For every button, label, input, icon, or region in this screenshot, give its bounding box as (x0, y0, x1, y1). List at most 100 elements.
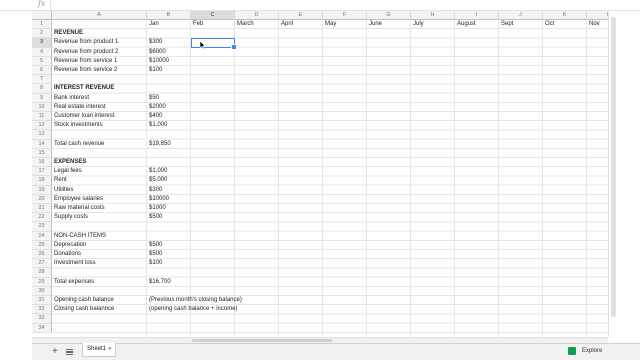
column-header-l[interactable]: L (587, 11, 608, 20)
row-header-33[interactable]: 33 (32, 314, 52, 324)
jan-value-cell[interactable]: $10000 (147, 195, 169, 204)
row-header-16[interactable]: 16 (32, 158, 52, 168)
jan-value-cell[interactable]: $400 (147, 112, 162, 121)
row-header-2[interactable]: 2 (32, 29, 52, 39)
row-header-13[interactable]: 13 (32, 130, 52, 140)
row-header-22[interactable]: 22 (32, 213, 52, 223)
row-label-cell[interactable]: Revenue from service 1 (52, 57, 117, 66)
month-header-cell[interactable]: March (235, 20, 254, 29)
row-label-cell[interactable]: Legal fees (52, 167, 82, 176)
jan-value-cell[interactable]: $100 (147, 66, 162, 75)
row-label-cell[interactable]: Utilities (52, 186, 73, 195)
column-header-b[interactable]: B (147, 11, 191, 20)
month-header-cell[interactable]: June (367, 20, 382, 29)
row-label-cell[interactable]: Supply costs (52, 213, 88, 222)
column-header-e[interactable]: E (279, 11, 323, 20)
column-header-f[interactable]: F (323, 11, 367, 20)
row-label-cell[interactable]: Customer loan interest (52, 112, 114, 121)
column-header-c[interactable]: C (191, 11, 235, 20)
row-header-3[interactable]: 3 (32, 38, 52, 48)
column-header-a[interactable]: A (52, 11, 147, 20)
column-header-g[interactable]: G (367, 11, 411, 20)
vertical-scrollbar[interactable] (608, 11, 640, 337)
jan-value-cell[interactable]: $1,000 (147, 167, 167, 176)
row-header-26[interactable]: 26 (32, 250, 52, 260)
row-header-21[interactable]: 21 (32, 204, 52, 214)
jan-value-cell[interactable]: $16,700 (147, 278, 171, 287)
row-header-9[interactable]: 9 (32, 93, 52, 103)
row-header-15[interactable]: 15 (32, 148, 52, 158)
chevron-down-icon[interactable]: ▾ (108, 343, 111, 356)
row-header-23[interactable]: 23 (32, 222, 52, 232)
row-header-5[interactable]: 5 (32, 56, 52, 66)
column-header-i[interactable]: I (455, 11, 499, 20)
month-header-cell[interactable]: Nov (587, 20, 600, 29)
row-label-cell[interactable]: Deprecation (52, 241, 86, 250)
row-header-29[interactable]: 29 (32, 277, 52, 287)
select-all-corner[interactable] (32, 11, 52, 20)
row-header-11[interactable]: 11 (32, 112, 52, 122)
month-header-cell[interactable]: Jan (147, 20, 159, 29)
vertical-scroll-thumb[interactable] (611, 17, 616, 317)
horizontal-scroll-thumb[interactable] (192, 339, 332, 342)
row-label-cell[interactable]: EXPENSES (52, 158, 86, 167)
jan-value-cell[interactable]: $500 (147, 241, 162, 250)
row-label-cell[interactable]: Stock investments (52, 121, 103, 130)
row-label-cell[interactable]: NON-CASH ITEMS (52, 232, 106, 241)
row-header-7[interactable]: 7 (32, 75, 52, 85)
column-header-k[interactable]: K (543, 11, 587, 20)
add-sheet-button[interactable]: + (52, 344, 58, 359)
row-header-12[interactable]: 12 (32, 121, 52, 131)
cell-area[interactable] (52, 20, 608, 337)
row-label-cell[interactable]: Employee salaries (52, 195, 103, 204)
tab-sheet1[interactable]: Sheet1 ▾ (82, 343, 116, 357)
column-header-h[interactable]: H (411, 11, 455, 20)
month-header-cell[interactable]: May (323, 20, 336, 29)
row-header-14[interactable]: 14 (32, 139, 52, 149)
month-header-cell[interactable]: April (279, 20, 293, 29)
row-header-27[interactable]: 27 (32, 259, 52, 269)
row-header-20[interactable]: 20 (32, 194, 52, 204)
jan-value-cell[interactable]: $50 (147, 94, 159, 103)
jan-value-cell[interactable]: (opening cash balance + income) (147, 305, 238, 314)
jan-value-cell[interactable]: $6000 (147, 48, 166, 57)
row-header-1[interactable]: 1 (32, 20, 52, 30)
month-header-cell[interactable]: Oct (543, 20, 554, 29)
jan-value-cell[interactable]: $300 (147, 38, 162, 47)
spreadsheet-grid[interactable]: ABCDEFGHIJKL1234567891011121314151617181… (32, 11, 608, 337)
row-label-cell[interactable]: Opening cash balance (52, 296, 114, 305)
column-header-j[interactable]: J (499, 11, 543, 20)
row-label-cell[interactable]: Revenue from product 1 (52, 38, 118, 47)
row-header-32[interactable]: 32 (32, 305, 52, 315)
formula-input[interactable] (56, 0, 616, 10)
row-label-cell[interactable]: REVENUE (52, 29, 83, 38)
row-label-cell[interactable]: Investment loss (52, 259, 96, 268)
fill-handle[interactable] (231, 44, 237, 51)
row-label-cell[interactable]: Real estate interest (52, 103, 106, 112)
row-label-cell[interactable]: INTEREST REVENUE (52, 84, 114, 93)
month-header-cell[interactable]: July (411, 20, 424, 29)
jan-value-cell[interactable]: $19,850 (147, 140, 171, 149)
jan-value-cell[interactable]: $10000 (147, 57, 169, 66)
row-header-30[interactable]: 30 (32, 286, 52, 296)
jan-value-cell[interactable]: $300 (147, 186, 162, 195)
row-header-4[interactable]: 4 (32, 47, 52, 57)
row-header-24[interactable]: 24 (32, 231, 52, 241)
row-label-cell[interactable]: Total expenses (52, 278, 94, 287)
selected-cell-c3[interactable] (191, 38, 237, 51)
jan-value-cell[interactable]: $500 (147, 213, 162, 222)
row-label-cell[interactable]: Total cash revenue (52, 140, 104, 149)
jan-value-cell[interactable]: $2000 (147, 103, 166, 112)
row-header-17[interactable]: 17 (32, 167, 52, 177)
row-label-cell[interactable]: Donations (52, 250, 81, 259)
row-header-8[interactable]: 8 (32, 84, 52, 94)
row-header-18[interactable]: 18 (32, 176, 52, 186)
row-header-31[interactable]: 31 (32, 296, 52, 306)
jan-value-cell[interactable]: $100 (147, 259, 162, 268)
jan-value-cell[interactable]: $1000 (147, 204, 166, 213)
month-header-cell[interactable]: Sept (499, 20, 513, 29)
row-header-6[interactable]: 6 (32, 66, 52, 76)
row-header-34[interactable]: 34 (32, 323, 52, 333)
column-header-d[interactable]: D (235, 11, 279, 20)
explore-button[interactable]: Explore (564, 344, 634, 359)
